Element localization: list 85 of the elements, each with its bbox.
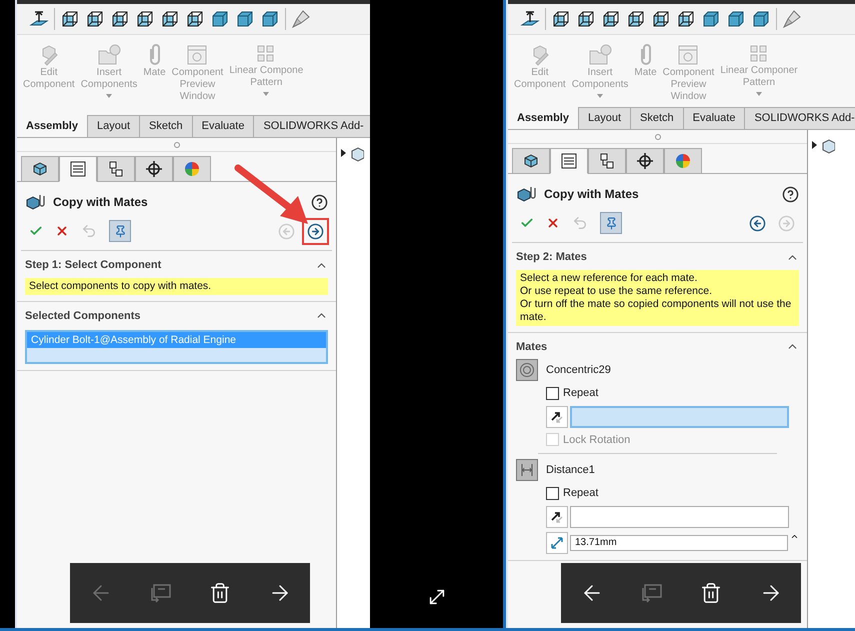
crosshair-icon	[636, 152, 654, 170]
crosshair-icon	[145, 160, 163, 178]
close-icon[interactable]	[546, 216, 560, 230]
ribbon-tab[interactable]: Layout	[578, 107, 632, 129]
ribbon-command[interactable]: Linear Componer Pattern	[720, 43, 798, 96]
dropdown-caret-icon[interactable]	[106, 94, 112, 98]
ok-icon[interactable]	[520, 216, 534, 230]
resize-handle-icon[interactable]	[174, 142, 180, 148]
distance-field[interactable]: 13.71mm	[570, 534, 788, 550]
mate-name: Distance1	[546, 462, 595, 478]
expand-arrow-icon[interactable]	[341, 149, 346, 157]
window-icon	[677, 43, 700, 67]
section-title: Selected Components	[25, 308, 141, 324]
expand-arrow-icon[interactable]	[812, 141, 817, 149]
dropdown-caret-icon[interactable]	[756, 92, 762, 96]
dropdown-caret-icon[interactable]	[597, 94, 604, 98]
manager-tab[interactable]	[97, 156, 135, 182]
selection-list[interactable]: Cylinder Bolt-1@Assembly of Radial Engine	[25, 330, 328, 364]
manager-tab[interactable]	[550, 148, 588, 174]
help-icon[interactable]	[311, 194, 328, 210]
manager-tab[interactable]	[588, 148, 626, 174]
ribbon-command[interactable]: Insert Components	[572, 43, 628, 98]
ribbon-command[interactable]: Insert Components	[80, 43, 138, 98]
ribbon-tab[interactable]: SOLIDWORKS Add-	[745, 107, 855, 129]
mates-icon	[25, 192, 47, 212]
checkbox-label: Repeat	[563, 486, 598, 501]
manager-tab[interactable]	[626, 148, 664, 174]
list-icon	[560, 152, 578, 170]
reference-field[interactable]	[570, 406, 789, 428]
mate-type-icon	[516, 459, 538, 481]
panel-title: Copy with Mates	[53, 194, 148, 211]
tree-icon	[107, 160, 125, 178]
close-icon[interactable]	[55, 224, 69, 238]
manager-tab[interactable]	[59, 156, 97, 182]
list-icon	[69, 160, 87, 178]
ribbon-command[interactable]: Mate	[143, 43, 166, 79]
ribbon-command[interactable]: Edit Component	[514, 43, 566, 91]
ribbon-tab[interactable]: Evaluate	[684, 107, 746, 129]
ribbon-command[interactable]: Component Preview Window	[662, 43, 714, 103]
dropdown-caret-icon[interactable]	[263, 92, 270, 96]
resize-handle-icon[interactable]	[654, 134, 660, 140]
manager-tab[interactable]	[21, 156, 59, 182]
ribbon-command[interactable]: Mate	[634, 43, 657, 79]
checkbox-label: Repeat	[563, 386, 598, 401]
section-title: Mates	[516, 340, 548, 354]
color-wheel-icon	[674, 152, 692, 170]
pin-icon[interactable]	[109, 220, 131, 242]
mate-type-icon	[516, 359, 538, 381]
distance-icon	[546, 532, 568, 554]
pin-icon[interactable]	[600, 212, 622, 234]
color-wheel-icon	[183, 160, 201, 178]
ribbon-tab[interactable]: Layout	[88, 115, 140, 137]
ribbon-command[interactable]: Edit Component	[23, 43, 75, 91]
tree-icon	[598, 152, 616, 170]
list-item[interactable]: Cylinder Bolt-1@Assembly of Radial Engine	[27, 332, 326, 348]
checkbox[interactable]	[546, 386, 559, 400]
ribbon-tab[interactable]: Sketch	[140, 115, 193, 137]
ribbon-command[interactable]: Linear Compone Pattern	[229, 43, 304, 96]
folder-icon	[96, 43, 122, 67]
trash-icon[interactable]	[208, 582, 230, 604]
message-text: Select components to copy with mates.	[25, 278, 328, 294]
help-icon[interactable]	[782, 186, 799, 202]
ribbon-tab[interactable]: SOLIDWORKS Add-	[254, 115, 370, 137]
folder-icon	[587, 43, 614, 67]
mates-icon	[516, 184, 538, 204]
message-text: Select a new reference for each mate. Or use repeat to use the same reference. Or turn off the mate so copied components will not use the mate.	[516, 270, 799, 326]
forward-icon[interactable]	[307, 222, 324, 240]
ribbon-tab[interactable]: Sketch	[631, 107, 684, 129]
manager-tab[interactable]	[512, 148, 550, 174]
comment-icon[interactable]	[640, 583, 662, 603]
comment-icon[interactable]	[150, 583, 172, 603]
checkbox[interactable]	[546, 486, 559, 500]
window-icon	[186, 43, 208, 67]
mate-name: Concentric29	[546, 362, 611, 378]
ribbon-tab[interactable]: Evaluate	[192, 115, 254, 137]
back-icon[interactable]	[749, 214, 766, 232]
manager-tab[interactable]	[135, 156, 173, 182]
panel-title: Copy with Mates	[544, 186, 639, 203]
section-title: Step 2: Mates	[516, 250, 587, 265]
ok-icon[interactable]	[29, 224, 43, 238]
ribbon-command[interactable]: Component Preview Window	[172, 43, 224, 103]
reference-field[interactable]	[570, 506, 789, 528]
checkbox-label: Lock Rotation	[563, 432, 630, 448]
section-title: Step 1: Select Component	[25, 258, 162, 273]
trash-icon[interactable]	[700, 582, 722, 604]
